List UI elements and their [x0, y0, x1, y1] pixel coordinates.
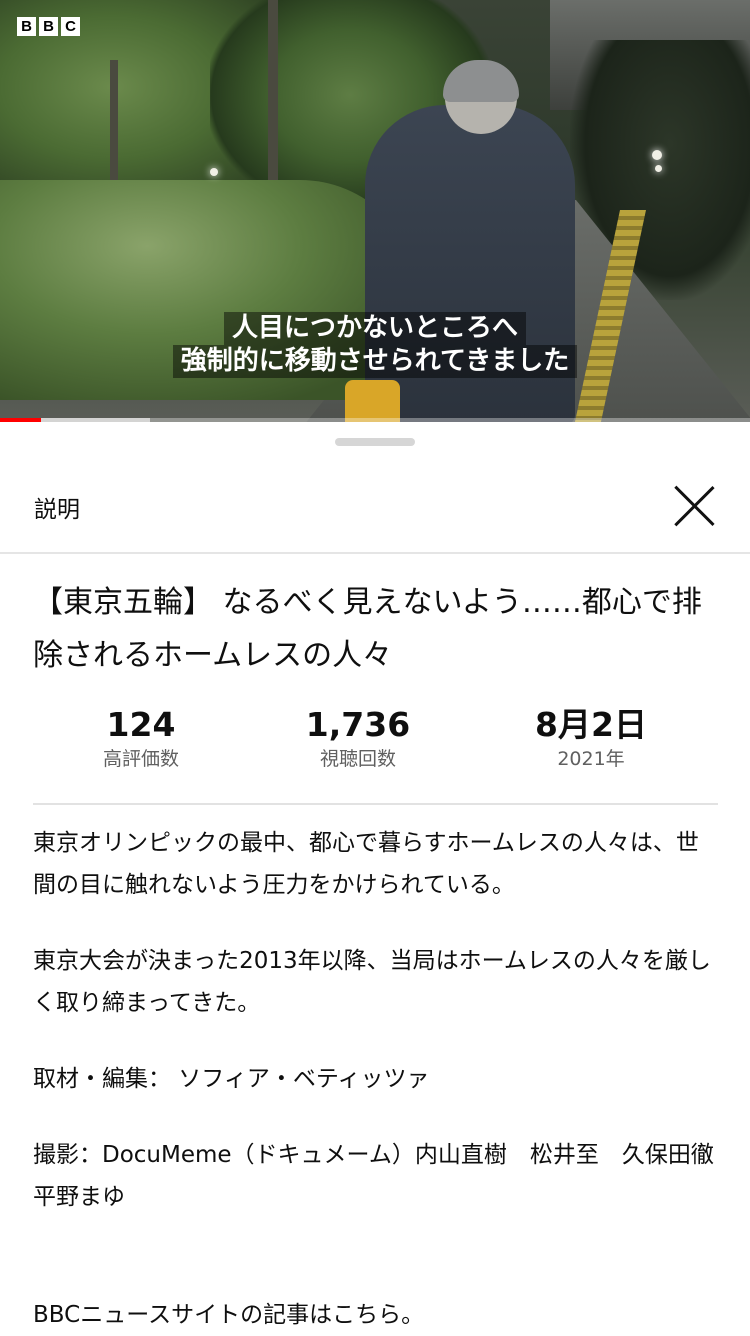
stat-likes: 124 高評価数 — [41, 704, 241, 772]
video-subtitles: 人目につかないところへ 強制的に移動させられてきました — [0, 312, 750, 378]
video-frame-tree-trunk — [268, 0, 278, 190]
video-player[interactable]: B B C 人目につかないところへ 強制的に移動させられてきました — [0, 0, 750, 422]
video-frame-bag — [345, 380, 400, 422]
subtitle-line: 強制的に移動させられてきました — [172, 345, 578, 378]
video-frame-street-light — [652, 150, 662, 160]
description-link-text[interactable]: BBCニュースサイトの記事はこちら。 — [33, 1294, 718, 1336]
divider — [33, 803, 718, 805]
video-title: 【東京五輪】 なるべく見えないよう……都心で排除されるホームレスの人々 — [33, 585, 702, 673]
description-credit-editor: 取材・編集： ソフィア・ベティッツァ — [33, 1066, 430, 1092]
stat-date: 8月2日 2021年 — [491, 704, 691, 772]
stat-label: 2021年 — [557, 748, 625, 770]
subtitle-line: 人目につかないところへ — [223, 312, 526, 345]
bbc-logo-letter: C — [61, 17, 80, 36]
sheet-header: 説明 — [0, 468, 750, 554]
description-paragraph: 東京大会が決まった2013年以降、当局はホームレスの人々を厳しく取り締まってきた… — [33, 948, 711, 1016]
video-stats: 124 高評価数 1,736 視聴回数 8月2日 2021年 — [33, 704, 718, 804]
bbc-logo-letter: B — [39, 17, 58, 36]
video-description: 東京オリンピックの最中、都心で暮らすホームレスの人々は、世間の目に触れないよう圧… — [33, 822, 737, 1336]
description-credit-camera: 撮影：DocuMeme（ドキュメーム）内山直樹 松井至 久保田徹 平野まゆ — [33, 1142, 737, 1210]
stat-views: 1,736 視聴回数 — [258, 704, 458, 772]
bbc-logo: B B C — [17, 17, 80, 36]
sheet-title: 説明 — [34, 497, 80, 523]
video-frame-tree-trunk — [110, 60, 118, 190]
stat-value: 8月2日 — [535, 705, 647, 744]
bbc-logo-letter: B — [17, 17, 36, 36]
video-frame-street-light — [210, 168, 218, 176]
description-paragraph: 東京オリンピックの最中、都心で暮らすホームレスの人々は、世間の目に触れないよう圧… — [33, 830, 699, 898]
stat-value: 1,736 — [305, 705, 411, 744]
stat-label: 視聴回数 — [319, 748, 396, 770]
drag-handle[interactable] — [335, 438, 415, 446]
stat-value: 124 — [106, 705, 176, 744]
video-frame-street-light — [655, 165, 662, 172]
stat-label: 高評価数 — [102, 748, 179, 770]
close-icon[interactable] — [672, 484, 716, 528]
description-sheet: 説明 【東京五輪】 なるべく見えないよう……都心で排除されるホームレスの人々 1… — [0, 422, 750, 1334]
